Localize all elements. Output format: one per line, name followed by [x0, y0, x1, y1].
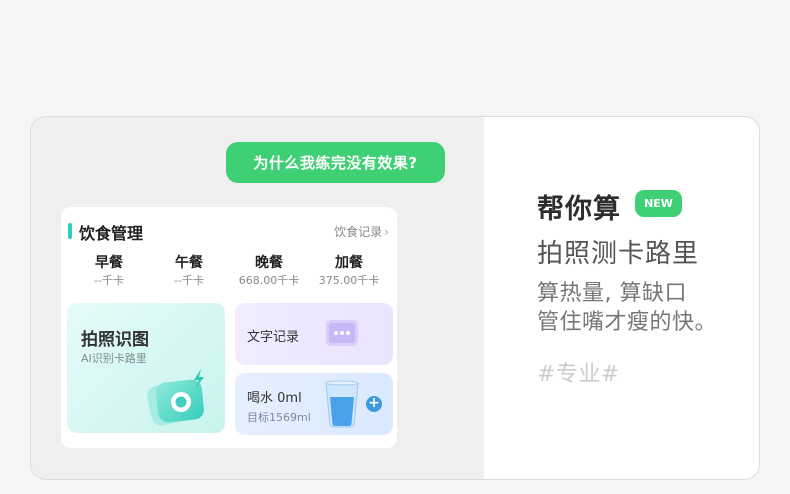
meal-name: 晚餐 [255, 255, 283, 271]
chat-bubble: 为什么我练完没有效果? [226, 142, 445, 183]
water-tile-goal: 目标1569ml [247, 411, 311, 424]
promo-card: 为什么我练完没有效果? 饮食管理 饮食记录› 早餐 --千卡 午餐 --千卡 [30, 116, 760, 480]
diet-card-title: 饮食管理 [79, 224, 144, 243]
diet-card-header: 饮食管理 饮食记录 › [61, 207, 397, 251]
water-intake-tile[interactable]: 喝水 0ml 目标1569ml + [235, 373, 393, 435]
meal-snack[interactable]: 加餐 375.00千卡 [309, 255, 389, 291]
text-tile-title: 文字记录 [247, 330, 300, 345]
meal-name: 午餐 [175, 255, 203, 271]
title-accent-bar [68, 223, 72, 239]
diet-management-card: 饮食管理 饮食记录› 早餐 --千卡 午餐 --千卡 晚餐 668.00千卡 [61, 207, 397, 448]
meal-kcal: --千卡 [94, 274, 124, 287]
new-badge: NEW [635, 190, 682, 217]
meal-dinner[interactable]: 晚餐 668.00千卡 [229, 255, 309, 291]
meal-kcal: 375.00千卡 [318, 274, 380, 287]
text-record-tile[interactable]: 文字记录 [235, 303, 393, 365]
meal-kcal: 668.00千卡 [238, 274, 300, 287]
water-cup-icon [325, 380, 359, 428]
feature-panel: 帮你算 NEW 拍照测卡路里 算热量, 算缺口 管住嘴才瘦的快。 #专业# [484, 117, 759, 479]
meal-lunch[interactable]: 午餐 --千卡 [149, 255, 229, 291]
meal-breakfast[interactable]: 早餐 --千卡 [69, 255, 149, 291]
feature-description: 算热量, 算缺口 管住嘴才瘦的快。 [537, 279, 717, 337]
chevron-right-icon: › [384, 225, 389, 239]
diet-record-link[interactable]: 饮食记录 › [334, 223, 389, 240]
camera-icon [147, 369, 204, 426]
meal-name: 加餐 [335, 255, 363, 271]
feature-tag: #专业# [537, 362, 620, 387]
add-water-button[interactable]: + [366, 396, 382, 412]
feature-desc-line: 管住嘴才瘦的快。 [537, 310, 718, 335]
feature-title: 帮你算 [537, 194, 621, 225]
feature-subtitle: 拍照测卡路里 [537, 239, 700, 269]
photo-tile-subtitle: AI识别卡路里 [81, 352, 147, 365]
meal-summary: 早餐 --千卡 午餐 --千卡 晚餐 668.00千卡 加餐 375.00千卡 [69, 255, 389, 291]
note-icon [326, 320, 358, 346]
demo-panel: 为什么我练完没有效果? 饮食管理 饮食记录› 早餐 --千卡 午餐 --千卡 [31, 117, 484, 479]
photo-tile-title: 拍照识图 [81, 330, 149, 350]
feature-desc-line: 算热量, 算缺口 [537, 281, 687, 306]
water-tile-title: 喝水 0ml [247, 391, 302, 406]
diet-record-label: 饮食记录 [334, 225, 383, 239]
meal-kcal: --千卡 [174, 274, 204, 287]
meal-name: 早餐 [95, 255, 123, 271]
photo-recognition-tile[interactable]: 拍照识图 AI识别卡路里 [67, 303, 225, 433]
